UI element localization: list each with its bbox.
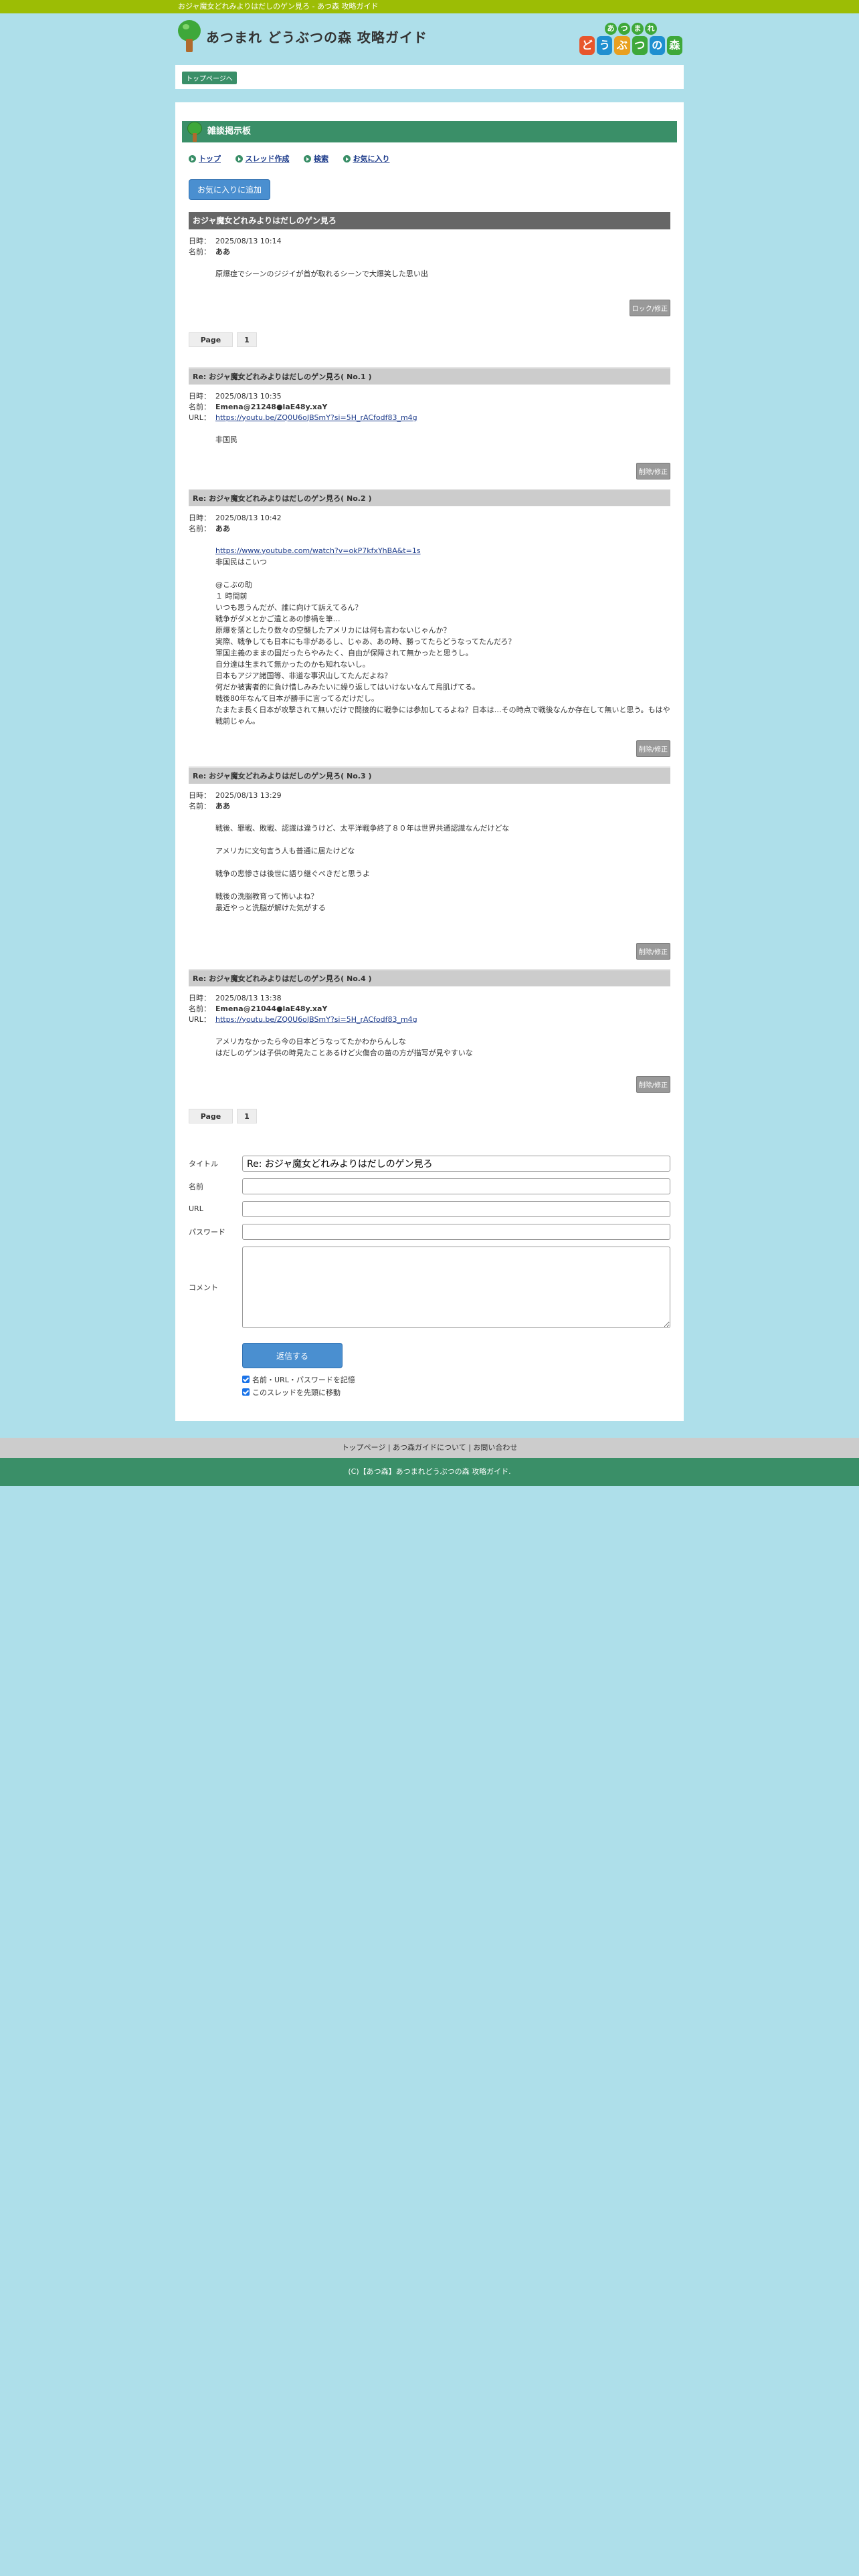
url-label: URL (189, 1204, 203, 1213)
post-date: 2025/08/13 10:35 (215, 391, 282, 401)
arrow-circle-icon (235, 154, 243, 163)
game-logo-char: の (649, 36, 665, 55)
page-1-link[interactable]: 1 (237, 1108, 257, 1123)
reply-title: Re: おジャ魔女どれみよりはだしのゲン見ろ( No.1 ) (189, 366, 670, 385)
title-input[interactable] (242, 1155, 670, 1172)
post-url-link[interactable]: https://youtu.be/ZQ0U6oJBSmY?si=5H_rACfo… (215, 1015, 417, 1024)
arrow-circle-icon (343, 154, 351, 163)
post-author: ああ (215, 524, 230, 533)
nav-search-link[interactable]: 検索 (304, 153, 328, 164)
url-input[interactable] (242, 1200, 670, 1217)
tree-icon (177, 20, 202, 52)
reply-body: https://www.youtube.com/watch?v=okP7kfxY… (215, 546, 670, 726)
top-page-link[interactable]: トップページへ (182, 72, 237, 84)
comment-textarea[interactable] (242, 1246, 670, 1328)
game-logo-char: つ (632, 36, 648, 55)
thread-title: おジャ魔女どれみよりはだしのゲン見ろ (189, 211, 670, 229)
pager-label: Page (189, 332, 233, 347)
site-header: あつまれ どうぶつの森 攻略ガイド あつまれ ど う ぶ つ の 森 (175, 13, 684, 65)
page-1-link[interactable]: 1 (237, 332, 257, 347)
thread-meta: 日時： 2025/08/13 10:14 名前： ああ (189, 236, 282, 256)
game-logo-char: ど (579, 36, 595, 55)
reply-form: タイトル 名前 URL パスワード コメント 返信する 名前・URL・パスワード… (189, 1155, 670, 1399)
comment-label: コメント (189, 1283, 218, 1292)
game-logo-char: れ (645, 23, 657, 35)
game-logo-char: 森 (666, 36, 683, 55)
footer-nav[interactable]: トップページ | あつ森ガイドについて | お問い合わせ (0, 1438, 859, 1458)
site-logo-text: あつまれ どうぶつの森 攻略ガイド (206, 29, 427, 45)
delete-edit-button[interactable]: 削除/修正 (636, 740, 670, 757)
name-input[interactable] (242, 1178, 670, 1194)
game-logo-char: ま (632, 23, 644, 35)
reply-title: Re: おジャ魔女どれみよりはだしのゲン見ろ( No.3 ) (189, 766, 670, 784)
game-logo: あつまれ ど う ぶ つ の 森 (579, 23, 683, 62)
tree-icon (186, 121, 203, 142)
board-nav: トップ スレッド作成 検索 お気に入り (189, 153, 670, 165)
pager-label: Page (189, 1108, 233, 1123)
nav-create-thread-link[interactable]: スレッド作成 (235, 153, 290, 164)
delete-edit-button[interactable]: 削除/修正 (636, 462, 670, 479)
submit-reply-button[interactable]: 返信する (242, 1342, 343, 1368)
pager-top: Page 1 (189, 332, 670, 347)
post-date: 2025/08/13 13:29 (215, 790, 282, 800)
remember-label: 名前・URL・パスワードを記憶 (252, 1375, 355, 1384)
post-author: Emena@21248●laE48y.xaY (215, 402, 328, 411)
board-title: 雑談掲示板 (207, 126, 252, 136)
post-author: ああ (215, 247, 230, 256)
delete-edit-button[interactable]: 削除/修正 (636, 1075, 670, 1093)
reply-meta: 日時： 2025/08/13 13:29 名前： ああ (189, 790, 282, 811)
password-input[interactable] (242, 1223, 670, 1240)
game-logo-char: つ (618, 23, 630, 35)
pager-bottom: Page 1 (189, 1108, 670, 1123)
top-bar-text: おジャ魔女どれみよりはだしのゲン見ろ - あつ森 攻略ガイド (178, 2, 379, 11)
breadcrumb: トップページへ (175, 65, 684, 89)
reply-meta: 日時： 2025/08/13 13:38 名前： Emena@21044●laE48… (189, 993, 417, 1024)
reply-title: Re: おジャ魔女どれみよりはだしのゲン見ろ( No.2 ) (189, 488, 670, 506)
game-logo-char: あ (605, 23, 617, 35)
reply-meta: 日時： 2025/08/13 10:35 名前： Emena@21248●laE48… (189, 391, 417, 422)
form-options: 名前・URL・パスワードを記憶 このスレッドを先頭に移動 (242, 1374, 670, 1399)
board-title-bar: 雑談掲示板 (182, 121, 677, 142)
delete-edit-button[interactable]: 削除/修正 (636, 942, 670, 960)
title-label: タイトル (189, 1159, 218, 1168)
add-favorite-button[interactable]: お気に入りに追加 (189, 179, 271, 200)
reply-body: 戦後、罪戦、敗戦、認識は違うけど、太平洋戦争終了８０年は世界共通認識なんだけどな… (215, 823, 510, 912)
site-logo[interactable]: あつまれ どうぶつの森 攻略ガイド (177, 20, 427, 52)
password-label: パスワード (189, 1227, 225, 1237)
name-label: 名前 (189, 1182, 203, 1191)
reply-body: アメリカなかったら今の日本どうなってたかわからんしな はだしのゲンは子供の時見た… (215, 1037, 473, 1057)
reply-body: 非国民 (215, 435, 237, 444)
game-logo-char: ぶ (614, 36, 630, 55)
arrow-circle-icon (189, 154, 196, 163)
arrow-circle-icon (304, 154, 311, 163)
reply-meta: 日時： 2025/08/13 10:42 名前： ああ (189, 513, 282, 533)
top-bar: おジャ魔女どれみよりはだしのゲン見ろ - あつ森 攻略ガイド (0, 0, 859, 13)
post-author: Emena@21044●laE48y.xaY (215, 1004, 328, 1013)
lock-edit-button[interactable]: ロック/修正 (629, 299, 670, 316)
reply-title: Re: おジャ魔女どれみよりはだしのゲン見ろ( No.4 ) (189, 968, 670, 986)
youtube-link[interactable]: https://www.youtube.com/watch?v=okP7kfxY… (215, 546, 421, 555)
move-top-label: このスレッドを先頭に移動 (252, 1388, 341, 1397)
post-date: 2025/08/13 10:42 (215, 513, 282, 522)
move-top-checkbox[interactable] (242, 1388, 250, 1396)
main-content: 雑談掲示板 トップ スレッド作成 検索 お気に入り お気に入りに追加 おジャ魔女… (175, 102, 684, 1421)
thread-body: 原爆症でシーンのジジイが首が取れるシーンで大爆笑した思い出 (215, 269, 428, 278)
nav-favorites-link[interactable]: お気に入り (343, 153, 390, 164)
post-date: 2025/08/13 13:38 (215, 993, 282, 1002)
post-author: ああ (215, 801, 230, 811)
post-date: 2025/08/13 10:14 (215, 236, 282, 245)
game-logo-char: う (597, 36, 613, 55)
nav-top-link[interactable]: トップ (189, 153, 221, 164)
post-url-link[interactable]: https://youtu.be/ZQ0U6oJBSmY?si=5H_rACfo… (215, 413, 417, 422)
footer-copyright: (C)【あつ森】あつまれどうぶつの森 攻略ガイド. (0, 1458, 859, 1486)
remember-checkbox[interactable] (242, 1375, 250, 1383)
